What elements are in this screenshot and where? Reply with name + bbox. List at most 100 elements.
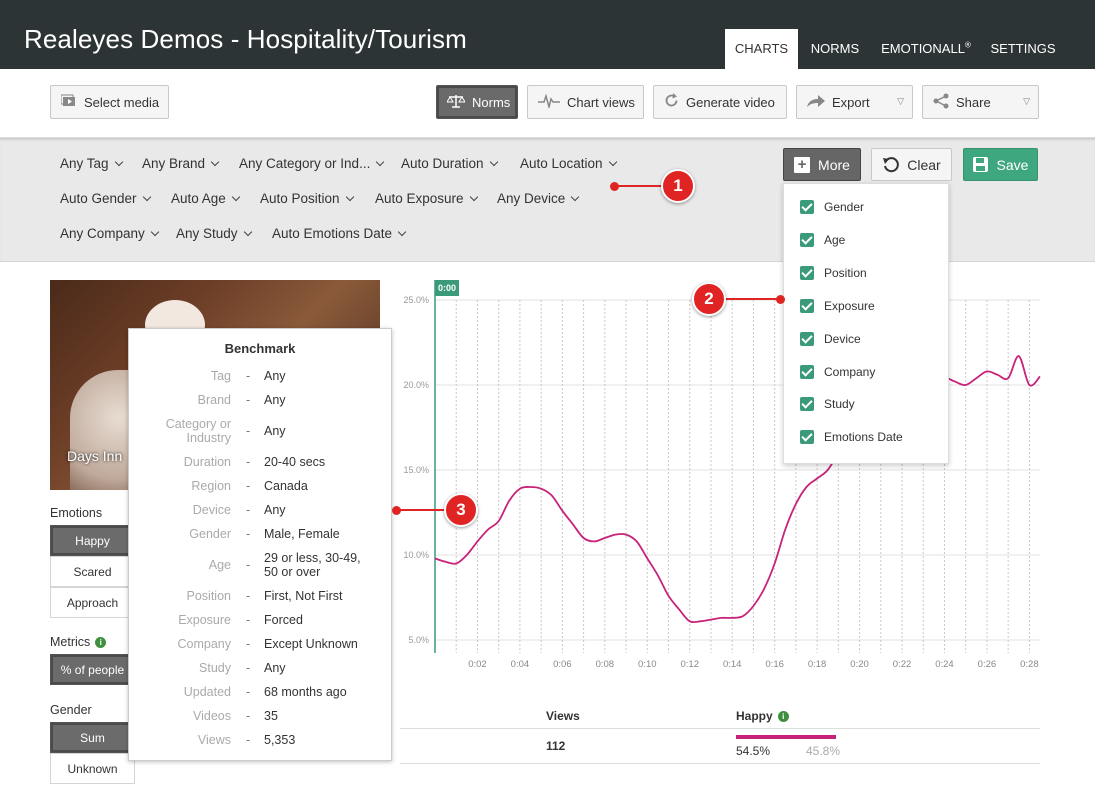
benchmark-dash: - [246, 733, 251, 747]
chevron-down-icon [114, 157, 123, 167]
info-icon[interactable]: i [95, 637, 107, 648]
filter-duration[interactable]: Auto Duration [401, 156, 498, 171]
norms-button[interactable]: Norms [436, 85, 518, 119]
gender-unknown-button[interactable]: Unknown [50, 753, 135, 784]
filter-emotions-date-label: Auto Emotions Date [272, 226, 393, 241]
chevron-down-icon [469, 192, 478, 202]
metric-percent-button[interactable]: % of people [50, 654, 135, 685]
refresh-icon [664, 93, 679, 111]
benchmark-value: Any [264, 424, 286, 438]
filter-study-label: Any Study [176, 226, 238, 241]
checkbox-checked-icon[interactable] [800, 332, 814, 346]
media-icon [60, 94, 77, 111]
filter-exposure[interactable]: Auto Exposure [375, 191, 478, 206]
filter-tag[interactable]: Any Tag [60, 156, 123, 171]
benchmark-dash: - [246, 527, 251, 541]
benchmark-tooltip: Benchmark Tag - Any Brand - Any Category or … [128, 328, 392, 761]
chevron-down-icon [142, 192, 151, 202]
chevron-down-icon [231, 192, 241, 202]
y-tick-label: 10.0% [403, 550, 429, 560]
filter-emotions-date[interactable]: Auto Emotions Date [272, 226, 407, 241]
metrics-heading: Metrics i [50, 635, 107, 649]
checkbox-checked-icon[interactable] [800, 299, 814, 313]
callout-2-line [725, 298, 780, 300]
x-tick-label: 0:28 [1020, 659, 1039, 670]
y-tick-label: 25.0% [403, 295, 429, 305]
toolbar: Select media Norms Chart views Generate … [0, 69, 1095, 138]
happy-bar [736, 735, 836, 739]
benchmark-key: Updated [183, 685, 231, 699]
select-media-button[interactable]: Select media [50, 85, 169, 119]
checkbox-checked-icon[interactable] [800, 365, 814, 379]
dropdown-item-emotions-date[interactable]: Emotions Date [800, 429, 903, 445]
checkbox-checked-icon[interactable] [800, 233, 814, 247]
emotion-scared-button[interactable]: Scared [50, 556, 135, 587]
benchmark-title: Benchmark [224, 341, 296, 356]
benchmark-dash: - [246, 503, 251, 517]
callout-1-line [614, 185, 664, 187]
benchmark-dash: - [246, 709, 251, 723]
chart-views-button[interactable]: Chart views [527, 85, 644, 119]
share-caret-icon: ▽ [1023, 96, 1030, 106]
benchmark-dash: - [246, 558, 251, 572]
more-label: More [818, 156, 850, 173]
dropdown-item-label: Emotions Date [824, 430, 903, 444]
save-button[interactable]: Save [963, 148, 1038, 181]
dropdown-item-study[interactable]: Study [800, 396, 855, 412]
benchmark-key: Company [177, 637, 232, 651]
checkbox-checked-icon[interactable] [800, 266, 814, 280]
tab-emotionall[interactable]: EMOTIONALL® [878, 29, 974, 69]
dropdown-item-age[interactable]: Age [800, 232, 845, 248]
filter-location[interactable]: Auto Location [520, 156, 617, 171]
info-icon[interactable]: i [777, 711, 789, 722]
filter-study[interactable]: Any Study [176, 226, 252, 241]
filter-tag-label: Any Tag [60, 156, 109, 171]
benchmark-key: Tag [210, 369, 231, 383]
benchmark-value: Any [264, 369, 286, 383]
dropdown-item-company[interactable]: Company [800, 364, 875, 380]
benchmark-value: Forced [264, 613, 303, 627]
benchmark-dash: - [246, 369, 251, 383]
filter-age[interactable]: Auto Age [171, 191, 241, 206]
x-tick-label: 0:24 [935, 659, 954, 670]
dropdown-item-exposure[interactable]: Exposure [800, 298, 875, 314]
callout-3-badge: 3 [444, 493, 478, 527]
chevron-down-icon [345, 192, 354, 202]
emotion-happy-button[interactable]: Happy [50, 525, 135, 556]
checkbox-checked-icon[interactable] [800, 430, 814, 444]
filter-category[interactable]: Any Category or Ind... [239, 156, 385, 171]
more-button[interactable]: + More [783, 148, 861, 181]
filter-company[interactable]: Any Company [60, 226, 160, 241]
benchmark-value: Except Unknown [264, 637, 358, 651]
save-label: Save [996, 156, 1029, 173]
stats-table: Views Happy i 112 54.5% 45.8% [400, 700, 1040, 765]
generate-video-button[interactable]: Generate video [653, 85, 787, 119]
dropdown-item-label: Exposure [824, 299, 875, 313]
clear-button[interactable]: Clear [871, 148, 952, 181]
checkbox-checked-icon[interactable] [800, 200, 814, 214]
dropdown-item-device[interactable]: Device [800, 331, 861, 347]
filter-position[interactable]: Auto Position [260, 191, 354, 206]
benchmark-key: Region [191, 479, 231, 493]
benchmark-value: 29 or less, 30-49, 50 or over [264, 551, 361, 579]
chevron-down-icon [571, 192, 580, 202]
dropdown-item-gender[interactable]: Gender [800, 199, 864, 215]
gender-sum-button[interactable]: Sum [50, 722, 135, 753]
emotion-approach-button[interactable]: Approach [50, 587, 135, 618]
filter-device[interactable]: Any Device [497, 191, 580, 206]
benchmark-key: Views [197, 733, 231, 747]
filter-brand[interactable]: Any Brand [142, 156, 220, 171]
export-button[interactable]: Export ▽ [796, 85, 913, 119]
tab-norms[interactable]: NORMS [806, 29, 864, 69]
x-tick-label: 0:14 [723, 659, 742, 670]
filter-gender[interactable]: Auto Gender [60, 191, 151, 206]
tab-settings[interactable]: SETTINGS [985, 29, 1061, 69]
dropdown-item-position[interactable]: Position [800, 265, 867, 281]
chevron-down-icon [608, 157, 617, 167]
tab-charts[interactable]: CHARTS [725, 29, 798, 69]
dropdown-item-label: Study [824, 397, 855, 411]
share-button[interactable]: Share ▽ [922, 85, 1039, 119]
benchmark-value: Any [264, 393, 286, 407]
checkbox-checked-icon[interactable] [800, 397, 814, 411]
benchmark-key: Study [199, 661, 231, 675]
